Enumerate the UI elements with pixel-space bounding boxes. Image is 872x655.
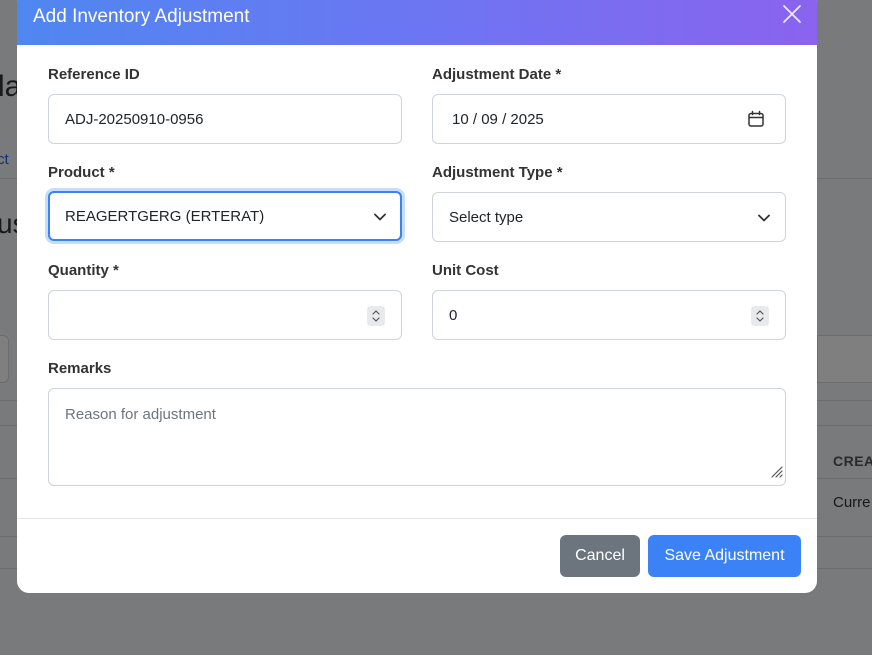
save-adjustment-button[interactable]: Save Adjustment xyxy=(648,535,801,577)
resize-handle[interactable] xyxy=(769,464,783,483)
adjustment-date-value: 10 / 09 / 2025 xyxy=(452,111,544,128)
adjustment-date-label: Adjustment Date * xyxy=(432,66,562,83)
quantity-input[interactable] xyxy=(48,290,402,340)
product-chevron xyxy=(373,210,387,228)
unit-cost-label: Unit Cost xyxy=(432,262,499,279)
chevron-down-icon xyxy=(374,213,386,221)
cancel-button[interactable]: Cancel xyxy=(560,535,640,577)
reference-id-label: Reference ID xyxy=(48,66,140,83)
modal-footer-divider xyxy=(17,518,817,519)
resize-handle-icon xyxy=(771,466,783,478)
adjustment-type-selected-value: Select type xyxy=(449,209,524,226)
remarks-textarea[interactable]: Reason for adjustment xyxy=(48,388,786,486)
calendar-button[interactable] xyxy=(747,110,765,132)
reference-id-value: ADJ-20250910-0956 xyxy=(65,111,204,128)
date-day[interactable]: 09 xyxy=(481,111,498,128)
chevron-down-icon xyxy=(758,214,770,222)
spinner-icon xyxy=(756,310,764,322)
reference-id-input[interactable]: ADJ-20250910-0956 xyxy=(48,94,402,144)
adjustment-type-label: Adjustment Type * xyxy=(432,164,563,181)
unit-cost-input[interactable]: 0 xyxy=(432,290,786,340)
date-separator: / xyxy=(502,111,507,128)
close-button[interactable] xyxy=(781,3,803,25)
date-year[interactable]: 2025 xyxy=(510,111,543,128)
quantity-label: Quantity * xyxy=(48,262,119,279)
add-inventory-adjustment-modal: Add Inventory Adjustment Reference ID AD… xyxy=(17,0,817,593)
close-icon xyxy=(783,5,801,23)
product-selected-value: REAGERTGERG (ERTERAT) xyxy=(65,208,265,225)
date-separator: / xyxy=(472,111,478,128)
adjustment-type-select[interactable]: Select type xyxy=(432,192,786,242)
remarks-label: Remarks xyxy=(48,360,112,377)
adjustment-type-chevron xyxy=(757,211,771,229)
modal-title: Add Inventory Adjustment xyxy=(33,6,250,27)
product-label: Product * xyxy=(48,164,115,181)
calendar-icon xyxy=(748,110,764,127)
adjustment-date-input[interactable]: 10 / 09 / 2025 xyxy=(432,94,786,144)
spinner-icon xyxy=(372,310,380,322)
quantity-spinner[interactable] xyxy=(367,306,385,326)
unit-cost-value: 0 xyxy=(449,307,458,324)
date-month[interactable]: 10 xyxy=(452,111,469,128)
unit-cost-spinner[interactable] xyxy=(751,306,769,326)
modal-header: Add Inventory Adjustment xyxy=(17,0,817,45)
remarks-placeholder: Reason for adjustment xyxy=(65,406,216,423)
product-select[interactable]: REAGERTGERG (ERTERAT) xyxy=(48,191,402,241)
